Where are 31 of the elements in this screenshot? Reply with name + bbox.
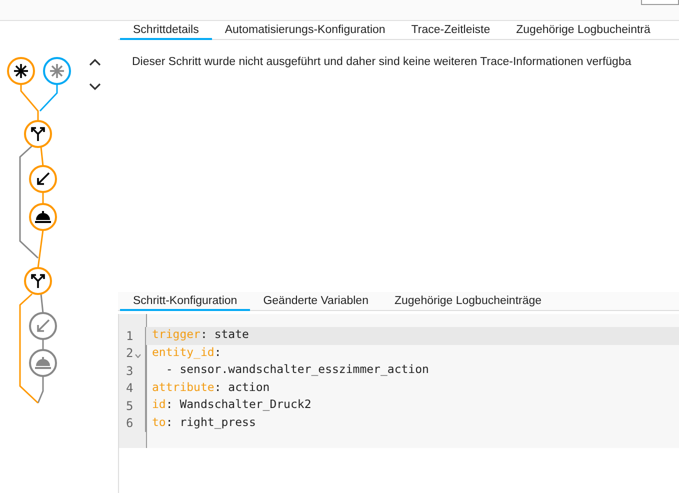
code-line: attribute: action — [151, 380, 271, 396]
line-number: 4 — [126, 381, 134, 396]
event-node-icon[interactable] — [29, 203, 57, 231]
tab[interactable]: Geänderte Variablen — [250, 292, 382, 311]
trigger-node-icon[interactable] — [7, 57, 35, 85]
trigger-node-icon[interactable] — [43, 57, 71, 85]
tab[interactable]: Zugehörige Logbucheinträge — [381, 292, 555, 311]
info-message: Dieser Schritt wurde nicht ausgeführt und daher sind keine weiteren Trace-Informationen verfügba — [132, 56, 632, 68]
code-line: to: right_press — [151, 414, 257, 431]
code-line: - sensor.wandschalter_esszimmer_action — [164, 362, 430, 378]
fold-icon[interactable] — [135, 354, 142, 358]
tab[interactable]: Zugehörige Logbucheinträ — [503, 21, 664, 40]
tab[interactable]: Schritt-Konfiguration — [120, 292, 250, 311]
tab[interactable]: Trace-Zeitleiste — [398, 21, 504, 40]
choose-node-icon[interactable] — [24, 120, 52, 148]
line-number: 5 — [126, 398, 134, 413]
event-node-icon[interactable] — [29, 349, 57, 377]
line-number: 2 — [126, 346, 134, 360]
tab[interactable]: Schrittdetails — [120, 21, 212, 40]
tab[interactable]: Automatisierungs-Konfiguration — [212, 21, 398, 40]
call-node-icon[interactable] — [29, 312, 57, 340]
code-editor[interactable]: 1 trigger: state 2 entity_id: 3 - sensor.wandschalter_esszimmer_action 4 attribute: action 5 id: Wandschalter_Druck2 6 to: right_press — [118, 314, 679, 448]
choose-node-icon[interactable] — [24, 267, 52, 295]
line-number: 1 — [126, 328, 134, 343]
chevron-down-icon[interactable] — [89, 83, 101, 91]
line-number: 6 — [126, 416, 134, 430]
line-number: 3 — [126, 364, 134, 378]
code-line: entity_id: — [151, 344, 222, 361]
chevron-up-icon[interactable] — [89, 58, 101, 66]
code-line: id: Wandschalter_Druck2 — [151, 397, 312, 413]
call-node-icon[interactable] — [29, 165, 57, 193]
